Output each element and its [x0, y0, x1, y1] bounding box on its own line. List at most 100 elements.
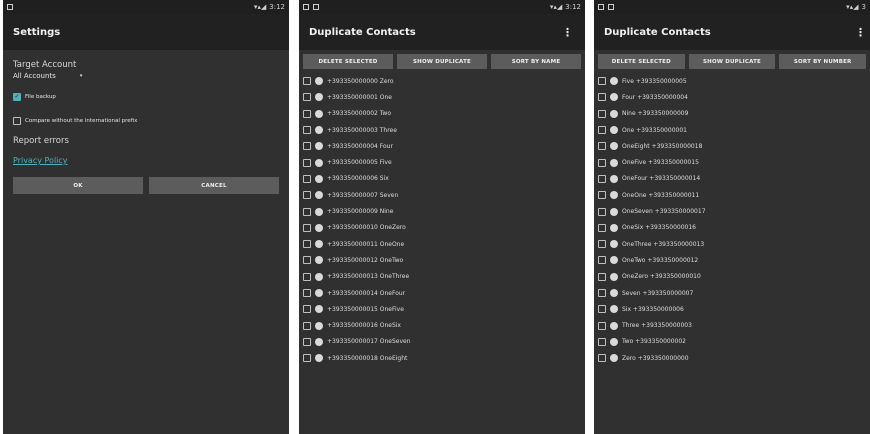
- target-account-value: All Accounts: [13, 72, 56, 80]
- contact-checkbox[interactable]: [303, 321, 311, 330]
- list-item[interactable]: +393350000015 OneFive: [303, 301, 581, 317]
- compare-prefix-row[interactable]: Compare without the international prefix: [13, 117, 279, 125]
- list-item[interactable]: +393350000005 Five: [303, 154, 581, 170]
- contact-checkbox[interactable]: [598, 93, 606, 102]
- list-item[interactable]: +393350000017 OneSeven: [303, 334, 581, 350]
- contact-checkbox[interactable]: [303, 354, 311, 363]
- contact-checkbox[interactable]: [598, 321, 606, 330]
- contact-checkbox[interactable]: [303, 207, 311, 216]
- notification-icon: [303, 4, 309, 10]
- list-item[interactable]: +393350000002 Two: [303, 106, 581, 122]
- list-item[interactable]: +393350000000 Zero: [303, 73, 581, 89]
- sort-by-number-button[interactable]: SORT BY NUMBER: [779, 54, 867, 69]
- contact-avatar-icon: [315, 354, 323, 363]
- list-item[interactable]: +393350000014 OneFour: [303, 285, 581, 301]
- contact-checkbox[interactable]: [598, 126, 606, 135]
- contact-checkbox[interactable]: [303, 337, 311, 346]
- contact-checkbox[interactable]: [303, 223, 311, 232]
- contact-checkbox[interactable]: [303, 142, 311, 151]
- contact-checkbox[interactable]: [303, 109, 311, 118]
- contact-checkbox[interactable]: [598, 240, 606, 249]
- delete-selected-button[interactable]: DELETE SELECTED: [598, 54, 685, 69]
- contact-checkbox[interactable]: [598, 158, 606, 167]
- list-item[interactable]: +393350000016 OneSix: [303, 317, 581, 333]
- contact-checkbox[interactable]: [598, 174, 606, 183]
- target-account-spinner[interactable]: All Accounts ▾: [13, 72, 279, 80]
- list-item[interactable]: OneOne +393350000011: [598, 187, 866, 203]
- contact-checkbox[interactable]: [598, 77, 606, 86]
- compare-prefix-checkbox[interactable]: [13, 117, 21, 125]
- list-item[interactable]: +393350000011 OneOne: [303, 236, 581, 252]
- contact-checkbox[interactable]: [303, 191, 311, 200]
- contact-checkbox[interactable]: [303, 126, 311, 135]
- contact-checkbox[interactable]: [303, 256, 311, 265]
- contact-label: OneZero +393350000010: [622, 273, 701, 281]
- list-item[interactable]: Three +393350000003: [598, 317, 866, 333]
- list-item[interactable]: OneFour +393350000014: [598, 171, 866, 187]
- contact-checkbox[interactable]: [303, 272, 311, 281]
- list-item[interactable]: Five +393350000005: [598, 73, 866, 89]
- list-item[interactable]: OneSix +393350000016: [598, 220, 866, 236]
- list-item[interactable]: +393350000018 OneEight: [303, 350, 581, 366]
- list-item[interactable]: OneZero +393350000010: [598, 269, 866, 285]
- overflow-menu-icon[interactable]: ⋮: [562, 26, 573, 39]
- contact-avatar-icon: [610, 207, 618, 216]
- list-item[interactable]: +393350000010 OneZero: [303, 220, 581, 236]
- contact-label: Two +393350000002: [622, 338, 686, 346]
- contact-checkbox[interactable]: [303, 158, 311, 167]
- report-errors[interactable]: Report errors: [13, 136, 279, 146]
- contact-checkbox[interactable]: [303, 77, 311, 86]
- ok-button[interactable]: OK: [13, 177, 143, 194]
- cancel-button[interactable]: CANCEL: [149, 177, 279, 194]
- contact-checkbox[interactable]: [303, 174, 311, 183]
- file-backup-checkbox[interactable]: ✓: [13, 93, 21, 101]
- contacts-list: +393350000000 Zero +393350000001 One +3933…: [299, 73, 585, 366]
- show-duplicate-button[interactable]: SHOW DUPLICATE: [688, 54, 776, 69]
- list-item[interactable]: +393350000006 Six: [303, 171, 581, 187]
- list-item[interactable]: Two +393350000002: [598, 334, 866, 350]
- page-title: Settings: [13, 26, 61, 38]
- list-item[interactable]: +393350000009 Nine: [303, 203, 581, 219]
- list-item[interactable]: Six +393350000006: [598, 301, 866, 317]
- contact-checkbox[interactable]: [598, 354, 606, 363]
- list-item[interactable]: +393350000004 Four: [303, 138, 581, 154]
- list-item[interactable]: OneSeven +393350000017: [598, 203, 866, 219]
- contact-checkbox[interactable]: [598, 289, 606, 297]
- contact-checkbox[interactable]: [598, 223, 606, 232]
- contact-checkbox[interactable]: [303, 93, 311, 102]
- list-item[interactable]: Zero +393350000000: [598, 350, 866, 366]
- sort-by-name-button[interactable]: SORT BY NAME: [491, 54, 581, 69]
- contact-checkbox[interactable]: [303, 240, 311, 249]
- contact-checkbox[interactable]: [598, 142, 606, 151]
- list-item[interactable]: OneTwo +393350000012: [598, 252, 866, 268]
- list-item[interactable]: OneThree +393350000013: [598, 236, 866, 252]
- contact-checkbox[interactable]: [598, 207, 606, 216]
- list-item[interactable]: Four +393350000004: [598, 89, 866, 105]
- contact-checkbox[interactable]: [598, 109, 606, 118]
- contact-checkbox[interactable]: [303, 289, 311, 297]
- contact-label: +393350000015 OneFive: [327, 305, 404, 313]
- list-item[interactable]: OneFive +393350000015: [598, 154, 866, 170]
- list-item[interactable]: One +393350000001: [598, 122, 866, 138]
- file-backup-row[interactable]: ✓ File backup: [13, 93, 279, 101]
- delete-selected-button[interactable]: DELETE SELECTED: [303, 54, 393, 69]
- list-item[interactable]: Nine +393350000009: [598, 106, 866, 122]
- contact-checkbox[interactable]: [598, 191, 606, 200]
- list-item[interactable]: Seven +393350000007: [598, 285, 866, 301]
- list-item[interactable]: +393350000012 OneTwo: [303, 252, 581, 268]
- contact-avatar-icon: [610, 223, 618, 232]
- contact-avatar-icon: [315, 305, 323, 314]
- contact-checkbox[interactable]: [598, 256, 606, 265]
- contact-checkbox[interactable]: [598, 305, 606, 314]
- privacy-policy-link[interactable]: Privacy Policy: [13, 156, 279, 165]
- list-item[interactable]: +393350000003 Three: [303, 122, 581, 138]
- list-item[interactable]: OneEight +393350000018: [598, 138, 866, 154]
- overflow-menu-icon[interactable]: ⋮: [855, 26, 866, 39]
- contact-checkbox[interactable]: [598, 337, 606, 346]
- list-item[interactable]: +393350000013 OneThree: [303, 269, 581, 285]
- contact-checkbox[interactable]: [598, 272, 606, 281]
- show-duplicate-button[interactable]: SHOW DUPLICATE: [397, 54, 487, 69]
- contact-checkbox[interactable]: [303, 305, 311, 314]
- list-item[interactable]: +393350000001 One: [303, 89, 581, 105]
- list-item[interactable]: +393350000007 Seven: [303, 187, 581, 203]
